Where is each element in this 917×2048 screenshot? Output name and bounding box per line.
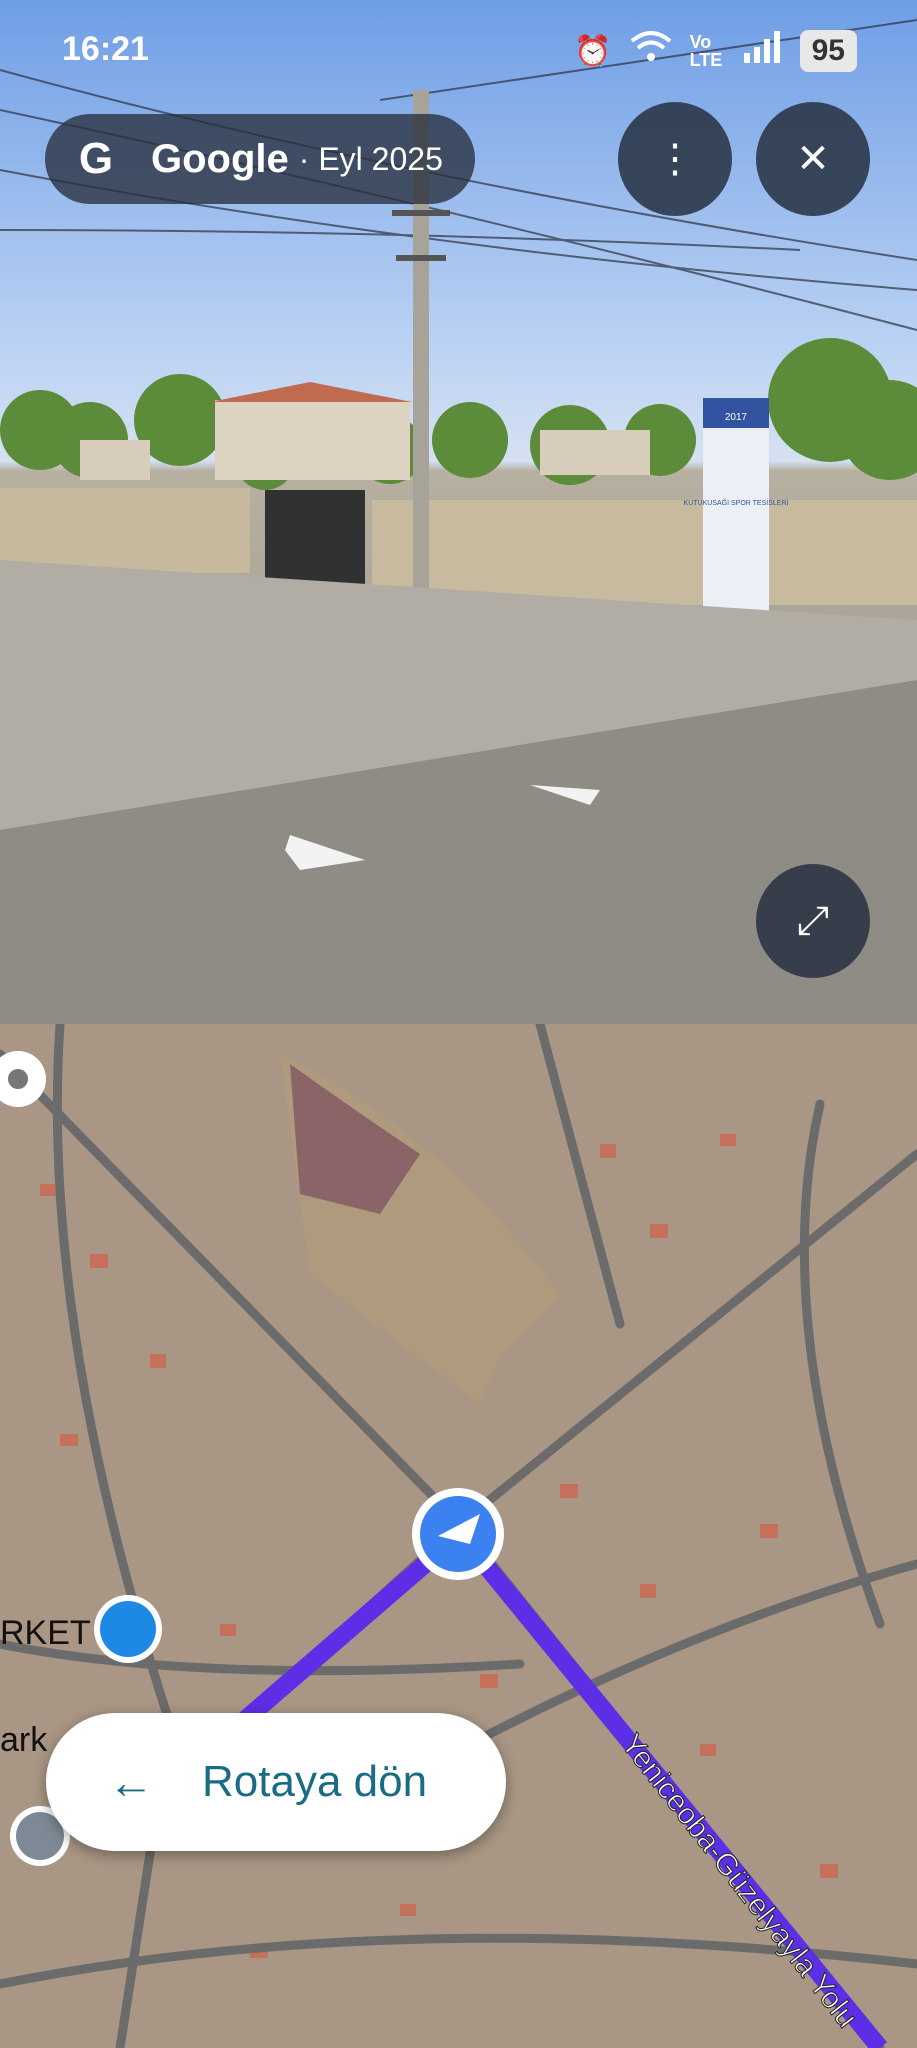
capture-date: · Eyl 2025 — [298, 140, 443, 177]
volte-label: Vo LTE — [689, 32, 723, 70]
status-icons: ⏰ Vo LTE 95 — [574, 30, 857, 72]
status-time: 16:21 — [62, 30, 149, 68]
signal-icon — [742, 31, 782, 71]
expand-button[interactable]: ⤢ — [756, 864, 870, 978]
poi-park-label: ark — [0, 1721, 48, 1759]
sign-text: KUTUKUSAĞI SPOR TESİSLERİ — [684, 498, 789, 507]
sign-year: 2017 — [725, 412, 748, 423]
more-options-button[interactable]: ⋮ — [618, 102, 732, 216]
more-vert-icon: ⋮ — [655, 137, 695, 181]
return-to-route-button[interactable]: ← Rotaya dön — [46, 1713, 506, 1851]
close-button[interactable]: ✕ — [756, 102, 870, 216]
alarm-icon: ⏰ — [574, 34, 612, 68]
battery-indicator: 95 — [799, 30, 857, 72]
close-icon: ✕ — [796, 137, 830, 181]
arrow-left-icon: ← — [108, 1756, 154, 1808]
status-bar: 16:21 ⏰ Vo LTE 95 — [0, 0, 917, 100]
wifi-icon — [630, 31, 672, 71]
street-view-info-pill[interactable]: G Google · Eyl 2025 — [45, 114, 475, 204]
google-logo-icon: G — [78, 134, 114, 183]
poi-market-label: RKET — [0, 1614, 91, 1652]
satellite-map[interactable]: Yeniceoba-Güzelyayla Yolu RKET ark — [0, 1024, 917, 2048]
map-canvas: Yeniceoba-Güzelyayla Yolu RKET ark — [0, 1024, 917, 2048]
expand-icon: ⤢ — [797, 898, 829, 943]
return-to-route-label: Rotaya dön — [202, 1757, 428, 1806]
brand-label: Google — [151, 136, 289, 181]
street-view-panorama[interactable]: 2017 KUTUKUSAĞI SPOR TESİSLERİ 16:21 ⏰ V… — [0, 0, 917, 1024]
